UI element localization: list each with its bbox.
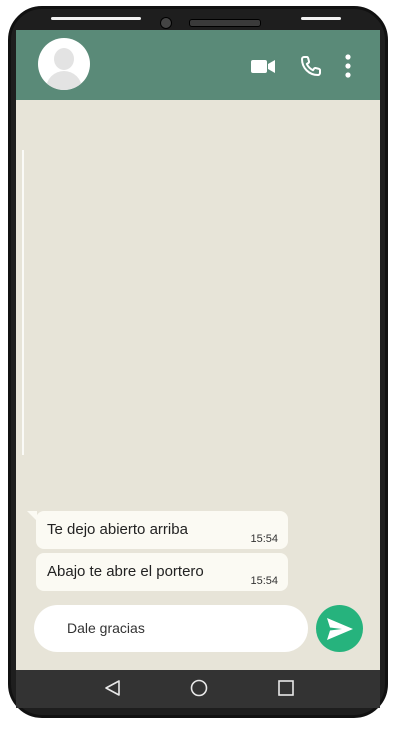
- frame-highlight: [51, 17, 141, 20]
- system-nav-bar: [16, 670, 380, 708]
- message-text: Te dejo abierto arriba: [47, 521, 188, 538]
- message-input-text[interactable]: Dale gracias: [67, 620, 145, 636]
- message-input[interactable]: Dale gracias: [34, 605, 308, 652]
- message-bubble: Te dejo abierto arriba 15:54: [27, 511, 288, 549]
- bubble-tail: [27, 511, 37, 521]
- video-camera-icon[interactable]: [250, 54, 276, 78]
- message-time: 15:54: [250, 575, 278, 587]
- message-bubble: Abajo te abre el portero 15:54: [36, 553, 288, 591]
- front-camera: [160, 17, 172, 29]
- send-arrow-icon: [327, 618, 353, 640]
- send-button[interactable]: [316, 605, 363, 652]
- avatar-body: [46, 71, 82, 90]
- avatar-head: [54, 48, 74, 70]
- home-circle-icon[interactable]: [190, 679, 208, 697]
- chat-header: [16, 30, 380, 100]
- phone-icon[interactable]: [300, 54, 322, 78]
- chat-screen: Te dejo abierto arriba 15:54 Abajo te ab…: [16, 30, 380, 670]
- recents-square-icon[interactable]: [277, 679, 295, 697]
- scroll-indicator[interactable]: [22, 150, 24, 455]
- back-triangle-icon[interactable]: [104, 679, 122, 697]
- user-avatar-icon[interactable]: [38, 38, 90, 90]
- message-text: Abajo te abre el portero: [47, 563, 204, 580]
- earpiece-speaker: [189, 19, 261, 27]
- message-time: 15:54: [250, 533, 278, 545]
- three-dots-vertical-icon[interactable]: [342, 54, 354, 78]
- frame-highlight: [301, 17, 341, 20]
